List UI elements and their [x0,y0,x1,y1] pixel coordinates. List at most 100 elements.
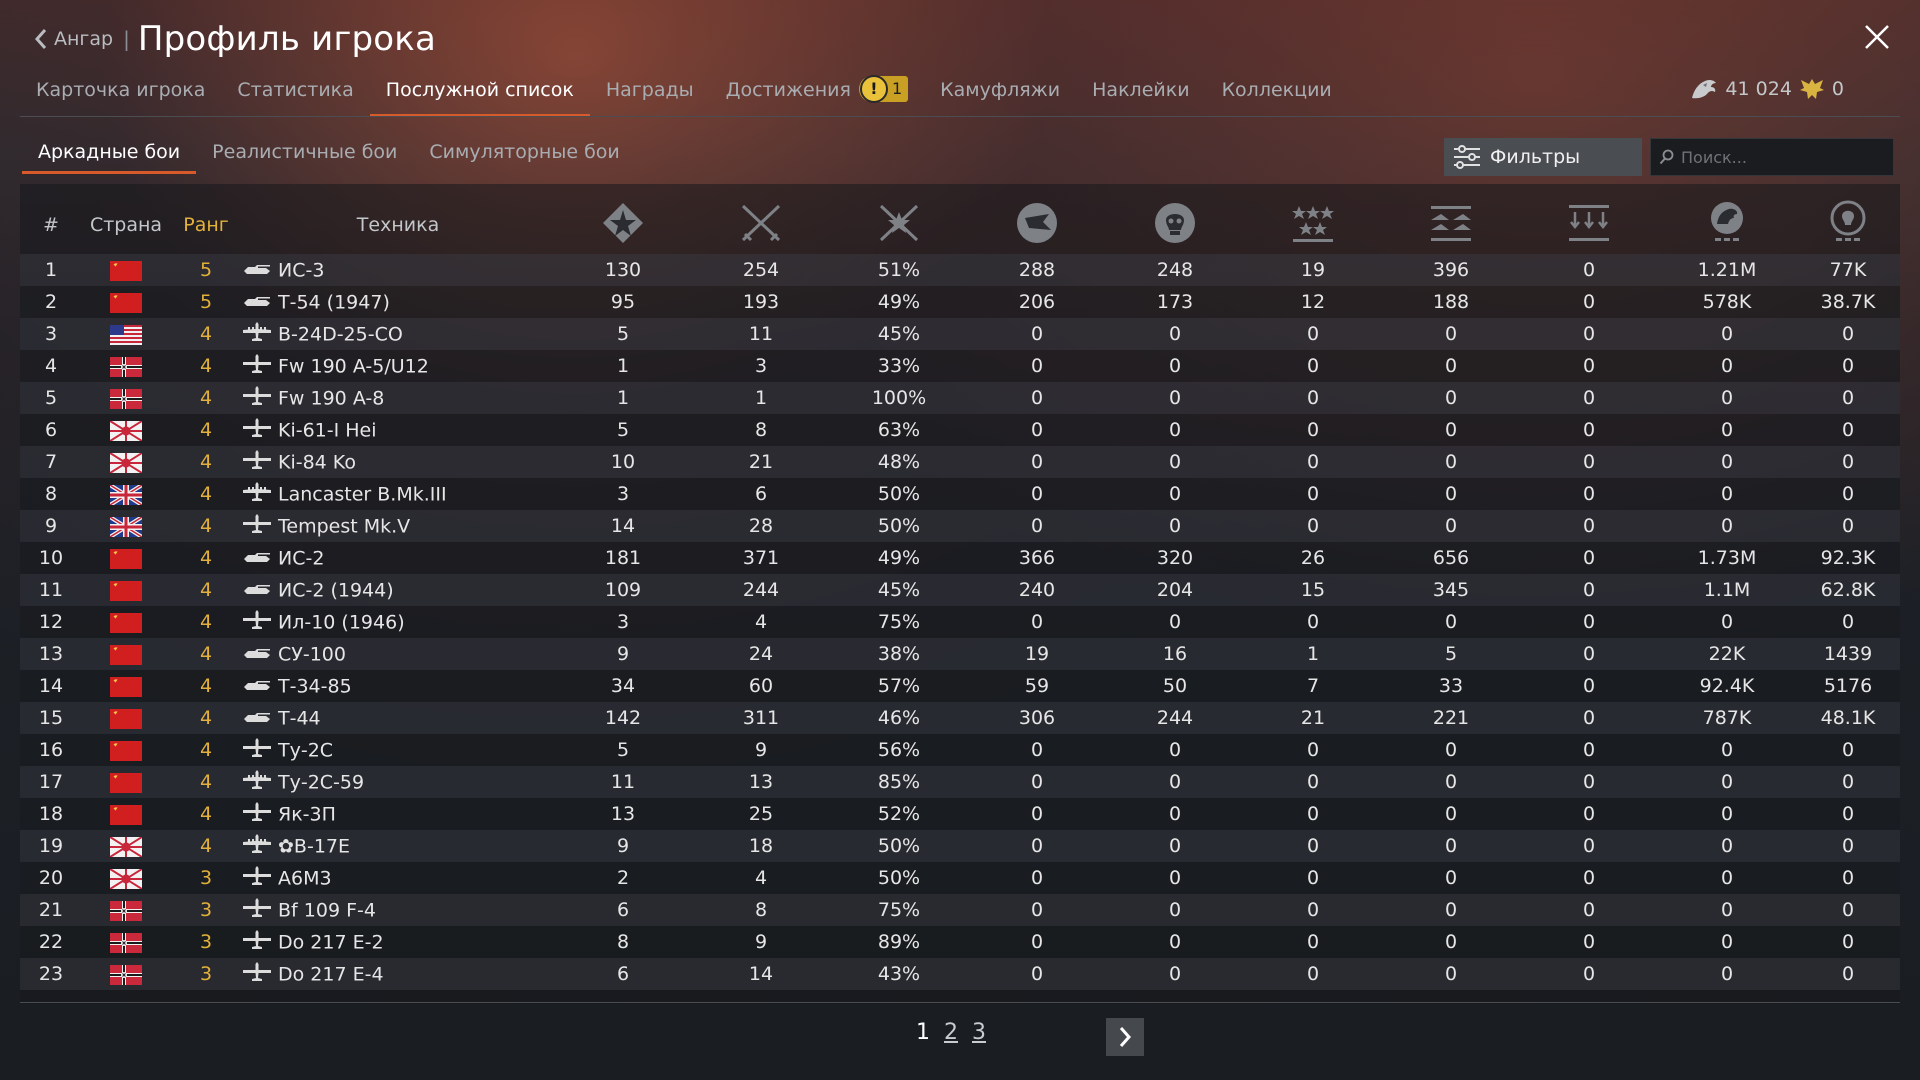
vehicle-cell[interactable]: ✿B-17E [242,830,554,862]
tab-player-card[interactable]: Карточка игрока [20,72,221,116]
table-row[interactable]: 1 5 ИС-3 130 254 51% 288 248 19 396 0 1.21M 77K [20,254,1900,286]
table-row[interactable]: 17 4 Ту-2С-59 11 13 85% 0 0 0 0 0 0 0 [20,766,1900,798]
vehicle-name: Ил-10 (1946) [278,611,405,633]
col-air-kills[interactable] [968,196,1106,254]
page-2[interactable]: 2 [944,1020,958,1045]
vehicle-cell[interactable]: Fw 190 A-8 [242,382,554,414]
vehicle-cell[interactable]: Т-34-85 [242,670,554,702]
table-row[interactable]: 5 4 Fw 190 A-8 1 1 100% 0 0 0 0 0 0 0 [20,382,1900,414]
col-ground-targets[interactable] [1244,196,1382,254]
table-row[interactable]: 18 4 Як-3П 13 25 52% 0 0 0 0 0 0 0 [20,798,1900,830]
stat-respawns: 25 [748,803,774,825]
table-row[interactable]: 15 4 Т-44 142 311 46% 306 244 21 221 0 787K 48.1K [20,702,1900,734]
stat-air-kills: 0 [1030,803,1044,825]
vehicle-cell[interactable]: Ki-61-I Hei [242,414,554,446]
fleet-icon [1569,204,1609,241]
table-row[interactable]: 22 3 Do 217 E-2 8 9 89% 0 0 0 0 0 0 0 [20,926,1900,958]
tab-simulator-battles[interactable]: Симуляторные бои [413,136,635,174]
col-number[interactable]: # [20,196,82,254]
vehicle-cell[interactable]: Ki-84 Ko [242,446,554,478]
tab-collections[interactable]: Коллекции [1206,72,1348,116]
vehicle-name: СУ-100 [278,643,346,666]
close-icon[interactable] [1862,22,1892,52]
vehicle-cell[interactable]: Bf 109 F-4 [242,894,554,926]
col-battles[interactable] [554,196,692,254]
plane-icon [242,449,272,476]
vehicle-cell[interactable]: ИС-3 [242,254,554,286]
vehicle-cell[interactable]: Ил-10 (1946) [242,606,554,638]
vehicle-cell[interactable]: Fw 190 A-5/U12 [242,350,554,382]
silver-lion-icon [1692,79,1717,99]
table-row[interactable]: 12 4 Ил-10 (1946) 3 4 75% 0 0 0 0 0 0 0 [20,606,1900,638]
table-row[interactable]: 9 4 Tempest Mk.V 14 28 50% 0 0 0 0 0 0 0 [20,510,1900,542]
col-rank[interactable]: Ранг [170,196,242,254]
table-row[interactable]: 20 3 A6M3 2 4 50% 0 0 0 0 0 0 0 [20,862,1900,894]
next-page-button[interactable] [1106,1018,1144,1056]
stat-fleet: 0 [1582,483,1596,505]
table-row[interactable]: 11 4 ИС-2 (1944) 109 244 45% 240 204 15 345 0 1.1M 6… [20,574,1900,606]
table-row[interactable]: 10 4 ИС-2 181 371 49% 366 320 26 656 0 1.73M 92.3K [20,542,1900,574]
col-vehicle[interactable]: Техника [242,196,554,254]
tab-camouflages[interactable]: Камуфляжи [924,72,1076,116]
stat-ground-kills: 16 [1162,643,1188,665]
tab-service-record[interactable]: Послужной список [369,72,590,116]
country-cell [82,670,170,702]
stat-naval: 656 [1432,547,1470,569]
table-row[interactable]: 13 4 СУ-100 9 24 38% 19 16 1 5 0 22K 1439 [20,638,1900,670]
table-row[interactable]: 2 5 Т-54 (1947) 95 193 49% 206 173 12 188 0 578K 38.… [20,286,1900,318]
tab-decals[interactable]: Наклейки [1076,72,1205,116]
vehicle-cell[interactable]: Ту-2С [242,734,554,766]
table-row[interactable]: 14 4 Т-34-85 34 60 57% 59 50 7 33 0 92.4K 5176 [20,670,1900,702]
filters-button[interactable]: Фильтры [1444,138,1642,176]
table-row[interactable]: 19 4 ✿B-17E 9 18 50% 0 0 0 0 0 0 0 [20,830,1900,862]
vehicle-cell[interactable]: Tempest Mk.V [242,510,554,542]
vehicle-name: A6M3 [278,867,332,889]
page-1[interactable]: 1 [916,1020,930,1045]
vehicle-cell[interactable]: Lancaster B.Mk.III [242,478,554,510]
col-fleet[interactable] [1520,196,1658,254]
col-silver-lions[interactable] [1658,196,1796,254]
search-input[interactable] [1679,146,1893,168]
vehicle-cell[interactable]: Ту-2С-59 [242,766,554,798]
table-row[interactable]: 16 4 Ту-2С 5 9 56% 0 0 0 0 0 0 0 [20,734,1900,766]
page-3[interactable]: 3 [972,1020,986,1045]
table-row[interactable]: 21 3 Bf 109 F-4 6 8 75% 0 0 0 0 0 0 0 [20,894,1900,926]
vehicle-cell[interactable]: Як-3П [242,798,554,830]
vehicle-cell[interactable]: ИС-2 (1944) [242,574,554,606]
col-naval[interactable] [1382,196,1520,254]
vehicle-cell[interactable]: СУ-100 [242,638,554,670]
back-to-hangar-link[interactable]: Ангар [34,28,113,50]
col-ground-kills[interactable] [1106,196,1244,254]
tab-statistics[interactable]: Статистика [221,72,369,116]
flag-ussr-icon [110,548,142,569]
tab-achievements[interactable]: Достижения ! 1 [710,72,925,116]
table-row[interactable]: 4 4 Fw 190 A-5/U12 1 3 33% 0 0 0 0 0 0 0 [20,350,1900,382]
plane-icon [242,513,272,540]
row-rank: 4 [199,355,213,377]
table-row[interactable]: 6 4 Ki-61-I Hei 5 8 63% 0 0 0 0 0 0 0 [20,414,1900,446]
stat-naval: 188 [1432,291,1470,313]
vehicle-cell[interactable]: A6M3 [242,862,554,894]
vehicle-cell[interactable]: ИС-2 [242,542,554,574]
stat-silver-lions: 0 [1720,611,1734,633]
table-row[interactable]: 23 3 Do 217 E-4 6 14 43% 0 0 0 0 0 0 0 [20,958,1900,990]
col-country[interactable]: Страна [82,196,170,254]
stat-silver-lions: 1.1M [1703,579,1751,601]
vehicle-cell[interactable]: Do 217 E-4 [242,958,554,990]
table-row[interactable]: 3 4 B-24D-25-CO 5 11 45% 0 0 0 0 0 0 0 [20,318,1900,350]
tab-arcade-battles[interactable]: Аркадные бои [22,136,197,174]
vehicle-cell[interactable]: Т-44 [242,702,554,734]
vehicle-cell[interactable]: B-24D-25-CO [242,318,554,350]
stat-ground-targets: 0 [1306,739,1320,761]
col-research-points[interactable] [1796,196,1900,254]
stat-battles: 95 [610,291,636,313]
tab-realistic-battles[interactable]: Реалистичные бои [196,136,413,174]
col-win-rate[interactable] [830,196,968,254]
tab-awards[interactable]: Награды [590,72,710,116]
vehicle-cell[interactable]: Do 217 E-2 [242,926,554,958]
table-row[interactable]: 7 4 Ki-84 Ko 10 21 48% 0 0 0 0 0 0 0 [20,446,1900,478]
stat-fleet: 0 [1582,963,1596,985]
vehicle-cell[interactable]: Т-54 (1947) [242,286,554,318]
col-respawns[interactable] [692,196,830,254]
table-row[interactable]: 8 4 Lancaster B.Mk.III 3 6 50% 0 0 0 0 0 0 0 [20,478,1900,510]
